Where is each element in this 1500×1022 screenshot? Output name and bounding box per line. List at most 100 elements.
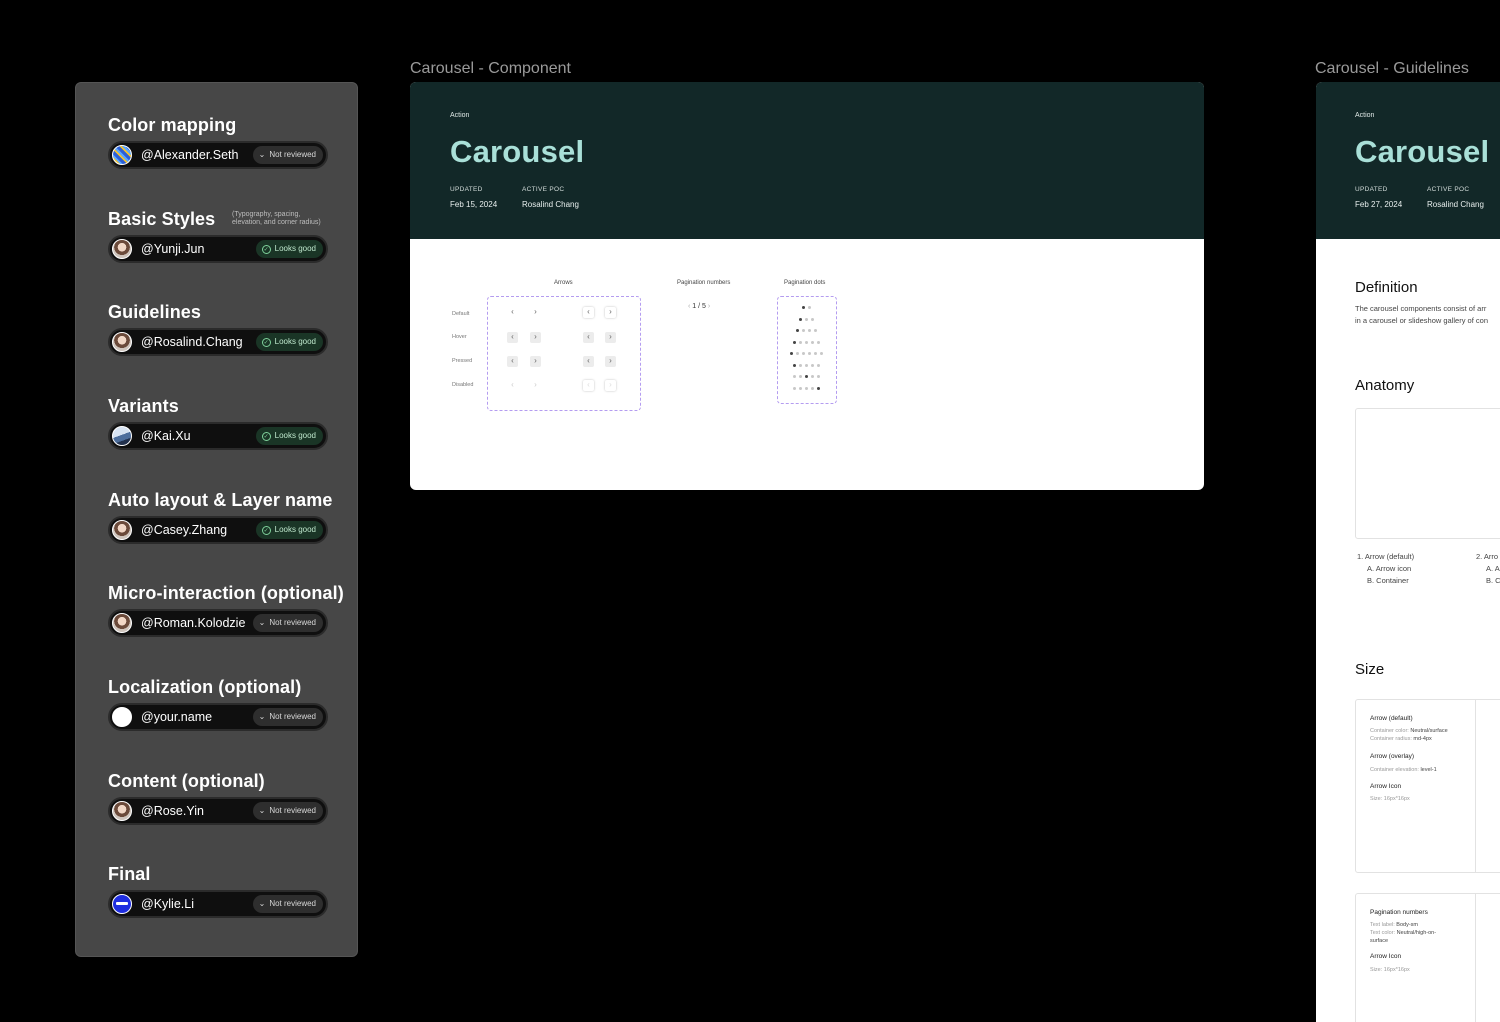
chevron-right-icon[interactable]: ›: [530, 332, 541, 343]
size-arrow-icon-2: Arrow Icon: [1370, 953, 1402, 960]
reviewer-chip[interactable]: @Rose.Yin ⌄ Not reviewed: [108, 797, 328, 825]
avatar: [112, 801, 132, 821]
pagination-dot[interactable]: [805, 340, 808, 344]
reviewer-chip[interactable]: @Casey.Zhang ✓ Looks good: [108, 516, 328, 544]
pagination-dot[interactable]: [793, 340, 796, 344]
pagination-dot[interactable]: [799, 317, 802, 321]
status-badge-not-reviewed[interactable]: ⌄ Not reviewed: [252, 146, 323, 164]
pagination-dot[interactable]: [808, 306, 811, 309]
size-container-radius: Container radius: md-4px: [1370, 736, 1432, 742]
review-section: Guidelines @Rosalind.Chang ✓ Looks good: [108, 302, 328, 356]
pagination-dot[interactable]: [799, 340, 802, 344]
chevron-right-icon[interactable]: ›: [530, 307, 541, 318]
pagination-dot[interactable]: [811, 386, 814, 390]
reviewer-name[interactable]: @Yunji.Jun: [141, 242, 204, 256]
pagination-dot[interactable]: [817, 340, 820, 344]
chevron-left-icon[interactable]: ‹: [507, 307, 518, 318]
pagination-dot[interactable]: [805, 363, 808, 367]
status-badge-looks-good[interactable]: ✓ Looks good: [255, 240, 323, 258]
frame-label-component[interactable]: Carousel - Component: [410, 60, 571, 78]
reviewer-name[interactable]: @Casey.Zhang: [141, 523, 227, 537]
pagination-numbers-title: Pagination numbers: [677, 280, 731, 286]
review-section: Basic Styles (Typography, spacing, elevat…: [108, 209, 328, 263]
chevron-right-icon[interactable]: ›: [605, 332, 616, 343]
pagination-dot[interactable]: [796, 329, 799, 332]
avatar: [112, 239, 132, 259]
pagination-dot[interactable]: [790, 352, 793, 355]
header-title: Carousel: [450, 134, 585, 169]
chevron-left-icon[interactable]: ‹: [507, 332, 518, 343]
reviewer-chip[interactable]: @Rosalind.Chang ✓ Looks good: [108, 328, 328, 356]
pagination-dot[interactable]: [814, 329, 817, 332]
pagination-dot[interactable]: [799, 386, 802, 390]
chevron-right-icon[interactable]: ›: [708, 303, 710, 310]
reviewer-name[interactable]: @Roman.Kolodzie: [141, 616, 245, 630]
pagination-dot[interactable]: [811, 363, 814, 367]
check-circle-icon: ✓: [261, 337, 271, 347]
pagination-dot[interactable]: [802, 352, 805, 355]
pagination-dot[interactable]: [805, 386, 808, 390]
reviewer-name[interactable]: @Kylie.Li: [141, 897, 194, 911]
pagination-dot[interactable]: [793, 375, 796, 378]
pagination-dot[interactable]: [793, 386, 796, 390]
pagination-dot[interactable]: [793, 363, 796, 367]
frame-label-guidelines[interactable]: Carousel - Guidelines: [1315, 60, 1469, 78]
pagination-dot[interactable]: [817, 363, 820, 367]
chevron-right-icon[interactable]: ›: [605, 356, 616, 367]
pagination-dot[interactable]: [805, 317, 808, 321]
reviewer-chip[interactable]: @Kai.Xu ✓ Looks good: [108, 422, 328, 450]
reviewer-name[interactable]: @Alexander.Seth: [141, 148, 238, 162]
reviewer-chip[interactable]: @Alexander.Seth ⌄ Not reviewed: [108, 141, 328, 169]
pagination-dot[interactable]: [811, 375, 814, 378]
status-badge-not-reviewed[interactable]: ⌄ Not reviewed: [252, 802, 323, 820]
size-icon-size-2: Size: 16px*16px: [1370, 967, 1410, 973]
status-badge-looks-good[interactable]: ✓ Looks good: [255, 427, 323, 445]
chevron-left-icon[interactable]: ‹: [583, 356, 594, 367]
section-note: (Typography, spacing, elevation, and cor…: [232, 211, 321, 226]
chevron-left-icon[interactable]: ‹: [507, 356, 518, 367]
pagination-dot[interactable]: [799, 363, 802, 367]
reviewer-chip[interactable]: @your.name ⌄ Not reviewed: [108, 703, 328, 731]
pagination-dot[interactable]: [817, 386, 820, 390]
pagination-numbers[interactable]: ‹ 1 / 5 ›: [688, 303, 710, 310]
status-badge-not-reviewed[interactable]: ⌄ Not reviewed: [252, 708, 323, 726]
status-badge-looks-good[interactable]: ✓ Looks good: [255, 521, 323, 539]
row-label-hover: Hover: [452, 334, 467, 340]
component-frame[interactable]: Action Carousel UPDATED Feb 15, 2024 ACT…: [410, 82, 1204, 490]
chevron-left-icon[interactable]: ‹: [688, 303, 690, 310]
status-badge-not-reviewed[interactable]: ⌄ Not reviewed: [252, 614, 323, 632]
header-category: Action: [450, 112, 470, 119]
status-badge-looks-good[interactable]: ✓ Looks good: [255, 333, 323, 351]
reviewer-chip[interactable]: @Yunji.Jun ✓ Looks good: [108, 235, 328, 263]
chevron-left-icon[interactable]: ‹: [583, 332, 594, 343]
reviewer-name[interactable]: @Rosalind.Chang: [141, 335, 243, 349]
pagination-dot[interactable]: [796, 352, 799, 355]
chevron-right-icon[interactable]: ›: [530, 356, 541, 367]
pagination-dot[interactable]: [802, 306, 805, 309]
chevron-left-icon[interactable]: ‹: [583, 307, 594, 318]
chevron-right-icon[interactable]: ›: [605, 307, 616, 318]
pagination-dot[interactable]: [817, 375, 820, 378]
check-circle-icon: ✓: [261, 431, 271, 441]
check-circle-icon: ✓: [261, 244, 271, 254]
pagination-dot[interactable]: [799, 375, 802, 378]
reviewer-chip[interactable]: @Kylie.Li ⌄ Not reviewed: [108, 890, 328, 918]
reviewer-name[interactable]: @Kai.Xu: [141, 429, 191, 443]
guidelines-frame[interactable]: Action Carousel UPDATED Feb 27, 2024 ACT…: [1316, 82, 1500, 1022]
status-label: Not reviewed: [269, 899, 316, 908]
reviewer-chip[interactable]: @Roman.Kolodzie ⌄ Not reviewed: [108, 609, 328, 637]
pagination-dot[interactable]: [802, 329, 805, 332]
pagination-dot[interactable]: [814, 352, 817, 355]
pagination-dot[interactable]: [820, 352, 823, 355]
status-badge-not-reviewed[interactable]: ⌄ Not reviewed: [252, 895, 323, 913]
pagination-dot[interactable]: [811, 317, 814, 321]
anatomy-preview: [1355, 408, 1500, 539]
avatar: [112, 613, 132, 633]
reviewer-name[interactable]: @your.name: [141, 710, 212, 724]
pagination-dot[interactable]: [805, 375, 808, 378]
status-label: Not reviewed: [269, 806, 316, 815]
pagination-dot[interactable]: [808, 329, 811, 332]
reviewer-name[interactable]: @Rose.Yin: [141, 804, 204, 818]
pagination-dot[interactable]: [808, 352, 811, 355]
pagination-dot[interactable]: [811, 340, 814, 344]
